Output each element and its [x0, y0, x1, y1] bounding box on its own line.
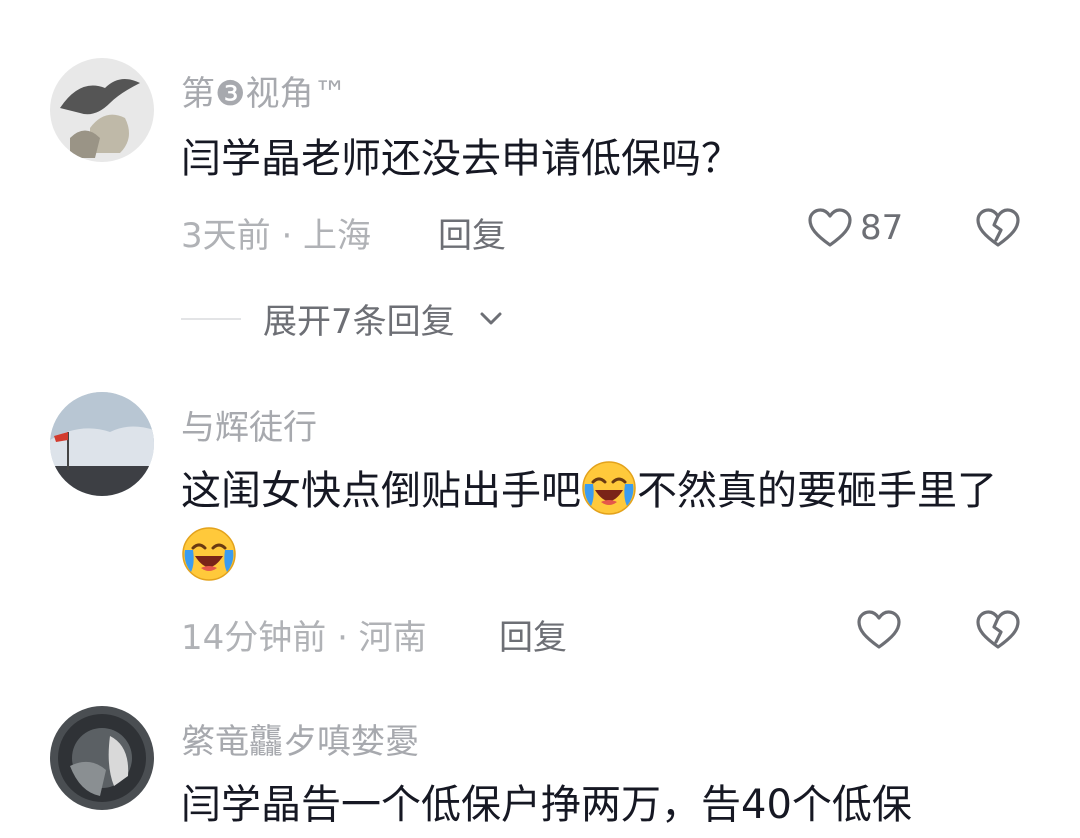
expand-replies-button[interactable]: 展开7条回复: [181, 294, 505, 343]
username[interactable]: 与辉徒行: [181, 400, 317, 449]
reply-button[interactable]: 回复: [438, 208, 506, 257]
broken-heart-icon: [976, 610, 1020, 649]
timestamp-location: 14分钟前 · 河南: [181, 618, 427, 658]
laughing-crying-emoji: [182, 527, 236, 581]
comment-text-part2: 不然真的要砸手里了: [637, 468, 997, 514]
timestamp-location: 3天前 · 上海: [181, 216, 372, 256]
avatar[interactable]: [50, 58, 154, 162]
username[interactable]: 第❸视角™: [181, 66, 347, 115]
reply-button[interactable]: 回复: [499, 610, 567, 659]
expand-replies-label: 展开7条回复: [263, 302, 455, 342]
like-button[interactable]: 87: [806, 204, 903, 252]
comment-text: 闫学晶老师还没去申请低保吗？: [181, 136, 741, 182]
comment-text-part1: 这闺女快点倒贴出手吧: [181, 468, 581, 514]
laughing-crying-emoji: [582, 461, 636, 515]
like-button[interactable]: [855, 606, 903, 654]
heart-outline-icon: [808, 208, 852, 247]
dislike-button[interactable]: [974, 204, 1022, 256]
avatar[interactable]: [50, 392, 154, 496]
like-count: 87: [860, 208, 904, 248]
dislike-button[interactable]: [974, 606, 1022, 658]
heart-outline-icon: [857, 610, 901, 649]
broken-heart-icon: [976, 208, 1020, 247]
comment-text: 闫学晶告一个低保户挣两万，告40个低保: [181, 782, 912, 828]
divider: [181, 317, 241, 320]
chevron-down-icon: [480, 312, 502, 324]
avatar[interactable]: [50, 706, 154, 810]
comment-text: 这闺女快点倒贴出手吧 不然真的要砸手里了: [181, 458, 1011, 590]
username[interactable]: 綮竜龘歺嗔婪憂: [181, 714, 419, 763]
